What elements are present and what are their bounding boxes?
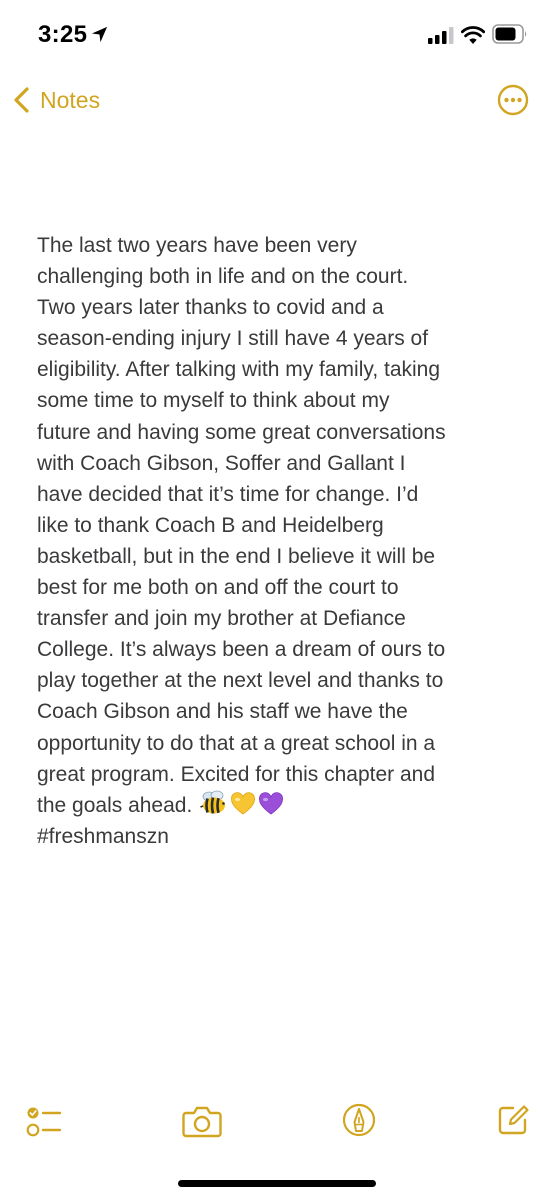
checklist-icon — [26, 1107, 62, 1137]
cellular-signal-icon — [428, 27, 454, 44]
more-options-button[interactable] — [497, 84, 529, 116]
bottom-toolbar — [0, 1100, 554, 1150]
wifi-icon — [461, 26, 485, 44]
note-hashtag[interactable]: #freshmanszn — [37, 821, 537, 852]
purple-heart-emoji — [258, 792, 284, 816]
battery-icon — [492, 24, 527, 44]
back-button[interactable]: Notes — [10, 80, 100, 120]
status-bar: 3:25 — [0, 0, 554, 72]
home-indicator[interactable] — [178, 1180, 376, 1187]
location-arrow-icon — [91, 26, 108, 43]
note-text[interactable]: The last two years have been very challe… — [37, 230, 537, 821]
markup-button[interactable] — [342, 1103, 376, 1137]
ellipsis-circle-icon — [497, 84, 529, 116]
compose-button[interactable] — [496, 1103, 530, 1137]
markup-pen-icon — [342, 1103, 376, 1137]
checklist-button[interactable] — [26, 1104, 62, 1140]
yellow-heart-emoji — [230, 792, 256, 816]
note-body[interactable]: The last two years have been very challe… — [37, 230, 537, 852]
camera-icon — [182, 1106, 222, 1138]
bee-emoji — [200, 790, 228, 816]
back-button-label: Notes — [40, 86, 101, 113]
notes-screen: 3:25 Notes The last two years have been … — [0, 0, 554, 1200]
camera-button[interactable] — [182, 1104, 222, 1138]
status-time: 3:25 — [38, 21, 88, 48]
compose-icon — [498, 1105, 529, 1135]
chevron-left-icon — [14, 87, 29, 113]
